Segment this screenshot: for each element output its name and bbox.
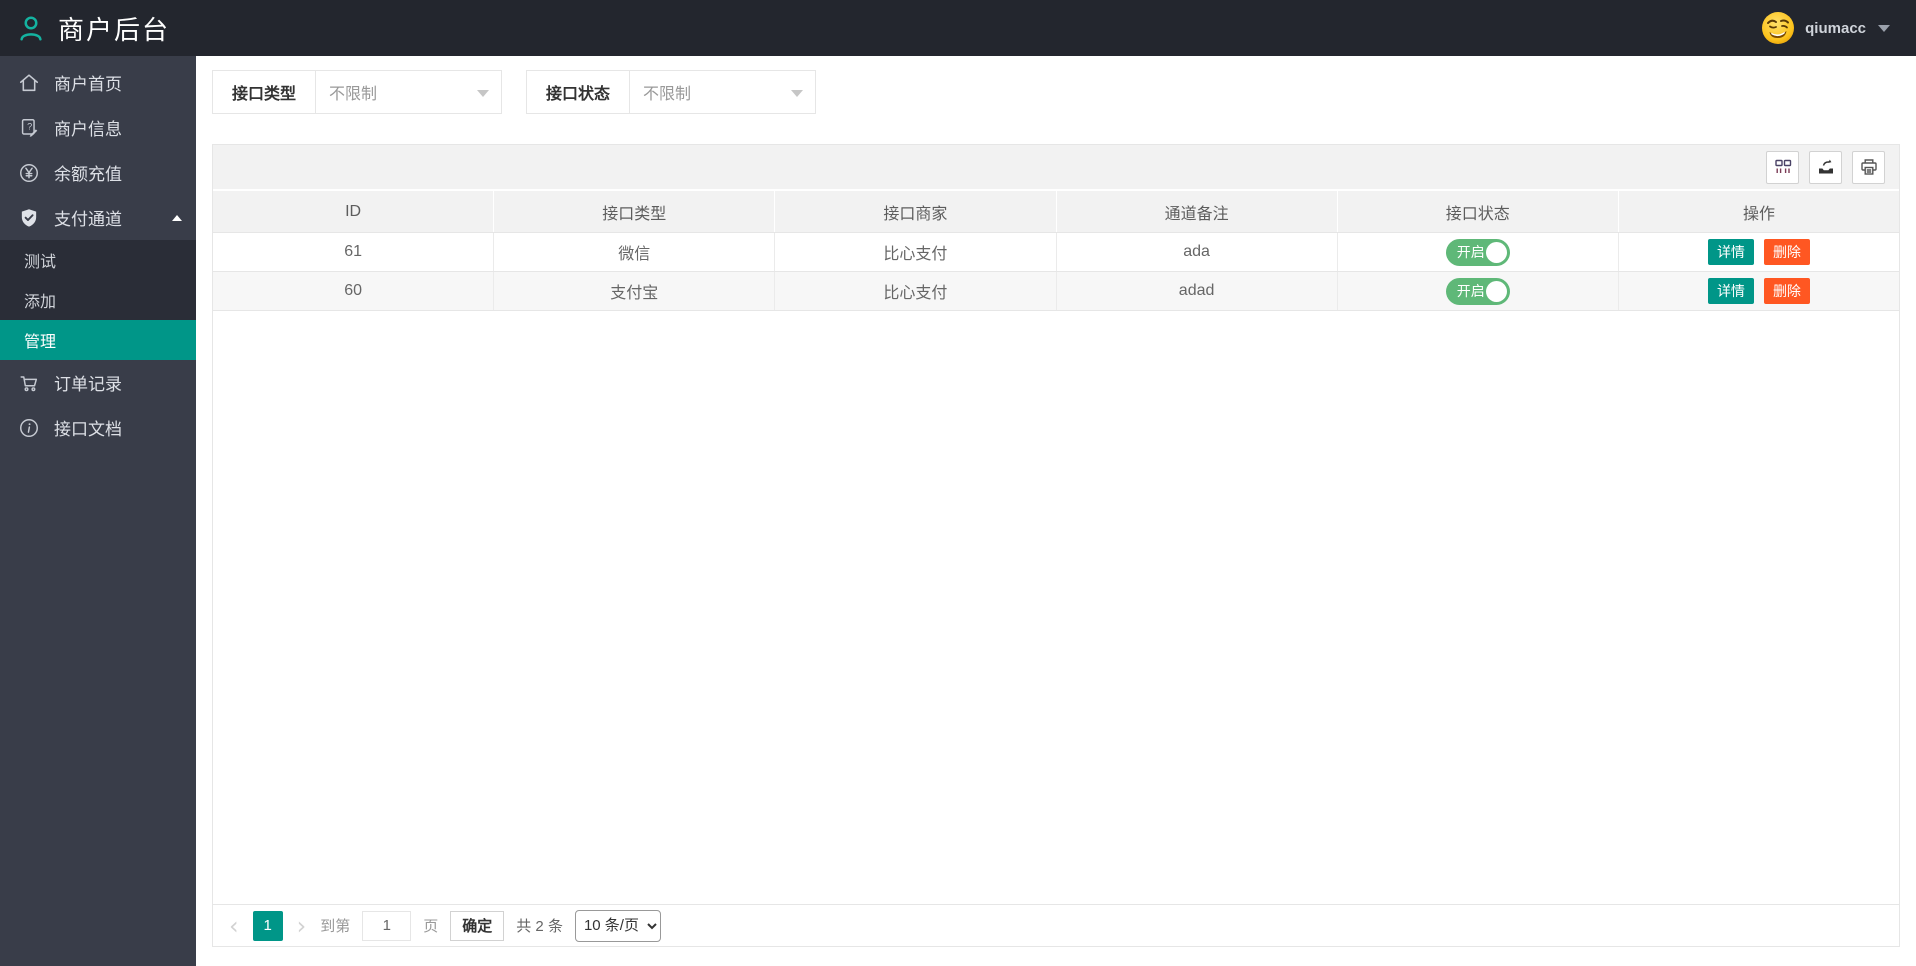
delete-button[interactable]: 删除 bbox=[1763, 278, 1810, 304]
pagination-bar: ‹ 1 › 到第 页 确定 共 2 条 10 条/页 bbox=[213, 904, 1899, 946]
print-button[interactable] bbox=[1852, 150, 1885, 184]
submenu-item-test[interactable]: 测试 bbox=[0, 240, 196, 280]
cell-interface-type: 微信 bbox=[494, 233, 776, 271]
user-caret-down-icon bbox=[1878, 24, 1890, 32]
cell-merchant: 比心支付 bbox=[775, 272, 1057, 310]
interface-status-value: 不限制 bbox=[643, 86, 692, 103]
cart-icon bbox=[17, 371, 41, 395]
columns-icon bbox=[1774, 159, 1791, 173]
print-icon bbox=[1860, 159, 1877, 175]
home-icon bbox=[17, 71, 41, 95]
sidebar-item-label: 商户信息 bbox=[54, 120, 122, 139]
select-caret-down-icon bbox=[791, 90, 804, 97]
top-header-bar: 商户后台 qiumacc bbox=[0, 0, 1916, 56]
cell-id: 61 bbox=[213, 233, 495, 271]
col-header-actions: 操作 bbox=[1742, 205, 1775, 223]
table-header-row: ID 接口类型 接口商家 通道备注 接口状态 操作 bbox=[213, 191, 1899, 233]
shield-check-icon bbox=[17, 206, 41, 230]
page-unit-label: 页 bbox=[423, 918, 439, 935]
columns-filter-button[interactable] bbox=[1766, 150, 1799, 184]
delete-button[interactable]: 删除 bbox=[1763, 239, 1810, 265]
filter-bar: 接口类型 不限制 接口状态 不限制 bbox=[212, 70, 1900, 114]
detail-button[interactable]: 详情 bbox=[1707, 278, 1754, 304]
col-header-id: ID bbox=[213, 191, 495, 232]
col-header-interface-type: 接口类型 bbox=[494, 191, 776, 232]
total-count-label: 共 2 条 bbox=[516, 918, 563, 935]
sidebar-item-merchant-home[interactable]: 商户首页 bbox=[0, 60, 196, 105]
goto-page-label: 到第 bbox=[320, 918, 351, 935]
prev-page-icon[interactable]: ‹ bbox=[227, 914, 241, 938]
export-icon bbox=[1818, 159, 1833, 174]
filter-interface-type: 接口类型 不限制 bbox=[212, 70, 503, 114]
cell-id: 60 bbox=[213, 272, 495, 310]
page-size-select[interactable]: 10 条/页 bbox=[574, 909, 661, 942]
next-page-icon[interactable]: › bbox=[295, 914, 309, 938]
cell-actions: 详情 删除 bbox=[1619, 233, 1899, 271]
cell-remark: ada bbox=[1057, 233, 1338, 271]
col-header-status: 接口状态 bbox=[1338, 191, 1619, 232]
export-button[interactable] bbox=[1809, 150, 1842, 184]
svg-text:?: ? bbox=[27, 121, 32, 131]
submenu-item-label: 测试 bbox=[24, 254, 57, 271]
sidebar-item-label: 订单记录 bbox=[54, 375, 122, 394]
filter-interface-status: 接口状态 不限制 bbox=[526, 70, 817, 114]
status-toggle-on[interactable]: 开启 bbox=[1445, 238, 1510, 266]
cell-merchant: 比心支付 bbox=[775, 233, 1057, 271]
cell-status: 开启 bbox=[1338, 272, 1619, 310]
toggle-label: 开启 bbox=[1456, 283, 1485, 299]
sidebar-item-label: 商户首页 bbox=[54, 75, 122, 94]
sidebar-item-label: 支付通道 bbox=[54, 210, 122, 229]
sidebar-item-order-records[interactable]: 订单记录 bbox=[0, 360, 196, 405]
payment-channel-submenu: 测试 添加 管理 bbox=[0, 240, 196, 360]
interface-status-label: 接口状态 bbox=[526, 70, 631, 114]
toggle-knob bbox=[1485, 241, 1507, 263]
person-logo-icon bbox=[20, 16, 42, 41]
goto-page-input[interactable] bbox=[362, 910, 412, 941]
submenu-item-manage[interactable]: 管理 bbox=[0, 320, 196, 360]
sidebar-item-balance-recharge[interactable]: 余额充值 bbox=[0, 150, 196, 195]
merchant-info-icon: ? bbox=[17, 116, 41, 140]
page-number-current[interactable]: 1 bbox=[252, 910, 283, 941]
cell-remark: adad bbox=[1057, 272, 1338, 310]
user-menu[interactable]: qiumacc bbox=[1761, 11, 1890, 45]
interface-status-select[interactable]: 不限制 bbox=[629, 70, 817, 114]
status-toggle-on[interactable]: 开启 bbox=[1445, 277, 1510, 305]
submenu-item-label: 添加 bbox=[24, 294, 57, 311]
toggle-label: 开启 bbox=[1456, 244, 1485, 260]
yen-recharge-icon bbox=[17, 161, 41, 185]
table-toolbar bbox=[213, 145, 1899, 191]
goto-confirm-button[interactable]: 确定 bbox=[450, 910, 505, 941]
sidebar-item-merchant-info[interactable]: ? 商户信息 bbox=[0, 105, 196, 150]
col-header-remark: 通道备注 bbox=[1057, 191, 1338, 232]
sidebar-nav: 商户首页 ? 商户信息 余额充值 支付通道 测试 添加 管理 订单记录 接口文档 bbox=[0, 56, 196, 966]
interface-type-select[interactable]: 不限制 bbox=[315, 70, 503, 114]
channel-table-card: ID 接口类型 接口商家 通道备注 接口状态 操作 61 微信 比心支付 ada… bbox=[212, 144, 1900, 947]
submenu-item-label: 管理 bbox=[24, 334, 57, 351]
app-title: 商户后台 bbox=[58, 14, 171, 45]
collapse-caret-up-icon bbox=[172, 214, 182, 221]
submenu-item-add[interactable]: 添加 bbox=[0, 280, 196, 320]
sidebar-item-payment-channel[interactable]: 支付通道 bbox=[0, 195, 196, 240]
username[interactable]: qiumacc bbox=[1805, 20, 1866, 37]
cell-actions: 详情 删除 bbox=[1619, 272, 1899, 310]
select-caret-down-icon bbox=[477, 90, 490, 97]
sidebar-item-api-docs[interactable]: 接口文档 bbox=[0, 405, 196, 450]
table-body-empty-area bbox=[213, 311, 1899, 904]
cell-status: 开启 bbox=[1338, 233, 1619, 271]
interface-type-value: 不限制 bbox=[329, 86, 378, 103]
detail-button[interactable]: 详情 bbox=[1707, 239, 1754, 265]
sidebar-item-label: 余额充值 bbox=[54, 165, 122, 184]
table-row: 60 支付宝 比心支付 adad 开启 详情 删除 bbox=[213, 272, 1899, 311]
cell-interface-type: 支付宝 bbox=[494, 272, 776, 310]
toggle-knob bbox=[1485, 280, 1507, 302]
main-content: 接口类型 不限制 接口状态 不限制 ID 接口类型 接口商家 通道备注 接口状态… bbox=[196, 56, 1916, 966]
app-logo: 商户后台 bbox=[16, 10, 170, 47]
sidebar-item-label: 接口文档 bbox=[54, 420, 122, 439]
table-row: 61 微信 比心支付 ada 开启 详情 删除 bbox=[213, 233, 1899, 272]
interface-type-label: 接口类型 bbox=[212, 70, 317, 114]
col-header-merchant: 接口商家 bbox=[775, 191, 1057, 232]
user-avatar[interactable] bbox=[1761, 11, 1795, 45]
info-icon bbox=[17, 416, 41, 440]
